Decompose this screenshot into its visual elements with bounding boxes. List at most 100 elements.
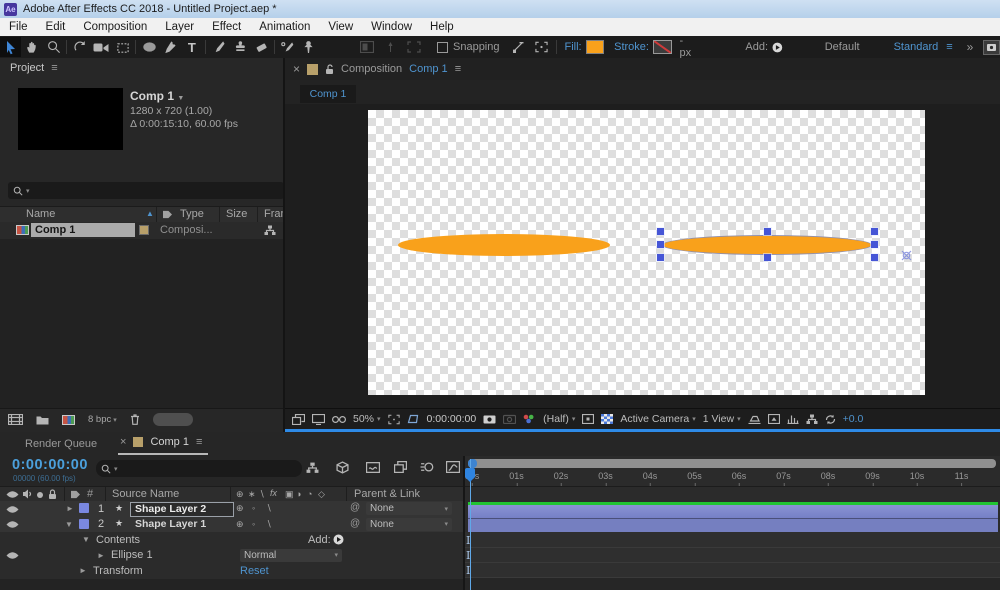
menu-layer[interactable]: Layer [156, 18, 203, 36]
label-column-icon[interactable] [70, 490, 81, 499]
add-property-button[interactable] [333, 534, 344, 545]
layer-visibility-icon[interactable] [6, 505, 19, 514]
frame-blend-switch-icon[interactable]: ▣ [285, 489, 294, 500]
exposure-reset-icon[interactable] [768, 414, 780, 424]
bit-depth-label[interactable]: 8 bpc [88, 414, 111, 425]
layer-name[interactable]: Shape Layer 1 [135, 518, 206, 530]
selection-handle-ne[interactable] [871, 228, 878, 235]
layer-bar-2[interactable] [468, 519, 998, 532]
fill-swatch[interactable] [586, 40, 605, 54]
ellipse-shape-1[interactable] [398, 234, 610, 256]
timeline-tab-close-icon[interactable]: × [120, 436, 126, 448]
snap-bounds-icon[interactable] [535, 41, 548, 53]
toolbar-overflow-icon[interactable]: » [967, 40, 974, 54]
rotate-tool[interactable] [69, 37, 90, 57]
menu-window[interactable]: Window [362, 18, 421, 36]
render-queue-tab[interactable]: Render Queue [25, 438, 97, 450]
project-search[interactable]: ▾ [8, 182, 284, 199]
parent-link-column[interactable]: Parent & Link [354, 488, 420, 500]
brush-tool[interactable] [208, 37, 229, 57]
layer-name-editing[interactable]: Shape Layer 2 [130, 502, 234, 517]
motion-blur-switch-icon[interactable]: ◑ [296, 489, 301, 499]
blend-mode-dropdown[interactable]: Normal ▾ [240, 549, 342, 562]
project-tab[interactable]: Project [10, 62, 44, 74]
ellipse-shape-2-selected[interactable] [662, 235, 872, 255]
transparency-grid-icon[interactable] [601, 414, 613, 424]
fill-label[interactable]: Fill: [564, 41, 581, 53]
search-options-icon[interactable]: ▾ [26, 187, 30, 195]
layer-collapse-icon[interactable]: ◦ [252, 503, 255, 513]
layer-quality-icon[interactable]: ⊕ [236, 503, 244, 514]
effects-switch-icon[interactable]: fx [270, 488, 277, 498]
column-name[interactable]: Name [26, 208, 55, 220]
pixel-aspect-icon[interactable] [748, 414, 761, 424]
eraser-tool[interactable] [250, 37, 271, 57]
quality-switch-icon[interactable]: ⊕ [236, 489, 244, 500]
threed-switch-icon[interactable]: ◇ [318, 489, 325, 500]
source-name-column[interactable]: Source Name [112, 488, 179, 500]
selection-handle-w[interactable] [657, 241, 664, 248]
zoom-tool[interactable] [43, 37, 64, 57]
region-of-interest-icon[interactable] [407, 414, 420, 424]
anchor-point-icon[interactable] [900, 249, 913, 262]
show-channel-icon[interactable] [523, 414, 536, 424]
mini-flowchart-icon[interactable] [806, 414, 818, 425]
pen-tool[interactable] [160, 37, 181, 57]
snapping-checkbox[interactable] [437, 42, 448, 53]
project-item-row[interactable]: Comp 1 Composi... [0, 222, 283, 239]
pan-behind-tool[interactable] [112, 37, 133, 57]
always-preview-icon[interactable] [292, 414, 305, 425]
unlock-icon[interactable] [325, 64, 334, 75]
selection-handle-nw[interactable] [657, 228, 664, 235]
view-layout-dropdown[interactable]: Active Camera ▾ [620, 413, 695, 425]
snapshot-icon[interactable] [483, 414, 496, 424]
layer-visibility-icon[interactable] [6, 520, 19, 529]
column-size[interactable]: Size [226, 208, 247, 220]
project-panel-menu-icon[interactable]: ≡ [51, 62, 57, 74]
comp-panel-menu-icon[interactable]: ≡ [455, 63, 461, 75]
fast-previews-icon[interactable] [582, 414, 594, 424]
stroke-width-label[interactable]: - px [680, 35, 698, 59]
pickwhip-icon[interactable]: @ [350, 502, 360, 513]
solo-column-icon[interactable] [36, 491, 44, 499]
comp-viewer-tab[interactable]: Comp 1 [300, 85, 356, 103]
delete-icon[interactable] [130, 414, 140, 425]
selection-handle-sw[interactable] [657, 254, 664, 261]
ellipse-property-label[interactable]: Ellipse 1 [111, 549, 153, 561]
selection-handle-s[interactable] [764, 254, 771, 261]
interpret-footage-icon[interactable] [8, 414, 23, 425]
property-visibility-icon[interactable] [6, 551, 19, 560]
playhead-handle[interactable] [465, 468, 475, 477]
ellipse-property-row[interactable]: ► Ellipse 1 Normal ▾ [0, 548, 463, 564]
item-label-color[interactable] [139, 225, 149, 235]
selection-handle-n[interactable] [764, 228, 771, 235]
menu-view[interactable]: View [319, 18, 362, 36]
lock-column-icon[interactable] [48, 489, 57, 500]
timeline-comp-tab[interactable]: × Comp 1 ≡ [120, 436, 202, 448]
layer-bar-1[interactable] [468, 505, 998, 519]
menu-edit[interactable]: Edit [37, 18, 75, 36]
histogram-icon[interactable] [787, 414, 799, 424]
number-column[interactable]: # [87, 488, 93, 500]
transform-row[interactable]: ► Transform Reset [0, 563, 463, 579]
menu-help[interactable]: Help [421, 18, 463, 36]
selection-handle-se[interactable] [871, 254, 878, 261]
preview-caret-icon[interactable]: ▼ [177, 95, 184, 102]
collapse-switch-icon[interactable]: ∗ [248, 489, 256, 500]
stroke-swatch[interactable] [653, 40, 672, 54]
selection-handle-e[interactable] [871, 241, 878, 248]
camera-tool[interactable] [91, 37, 112, 57]
workspace-menu-icon[interactable]: ≡ [946, 41, 952, 53]
layer-row-1[interactable]: ► 1 ★ Shape Layer 2 ⊕ ◦ ∖ @ None ▾ [0, 501, 463, 518]
workspace-standard[interactable]: Standard [894, 41, 939, 53]
grid-guides-icon[interactable] [388, 414, 400, 425]
resolution-dropdown[interactable]: (Half) ▾ [543, 413, 575, 425]
column-type[interactable]: Type [180, 208, 204, 220]
vertex-snap-icon[interactable] [512, 41, 525, 53]
menu-animation[interactable]: Animation [250, 18, 319, 36]
capture-icon[interactable] [983, 40, 1000, 55]
pickwhip-icon[interactable]: @ [350, 518, 360, 529]
timeline-tab-menu-icon[interactable]: ≡ [196, 436, 202, 448]
time-ruler[interactable]: 00s 01s 02s 03s 04s 05s 06s 07s 08s 09s … [465, 469, 1000, 487]
time-navigator[interactable] [468, 459, 996, 468]
